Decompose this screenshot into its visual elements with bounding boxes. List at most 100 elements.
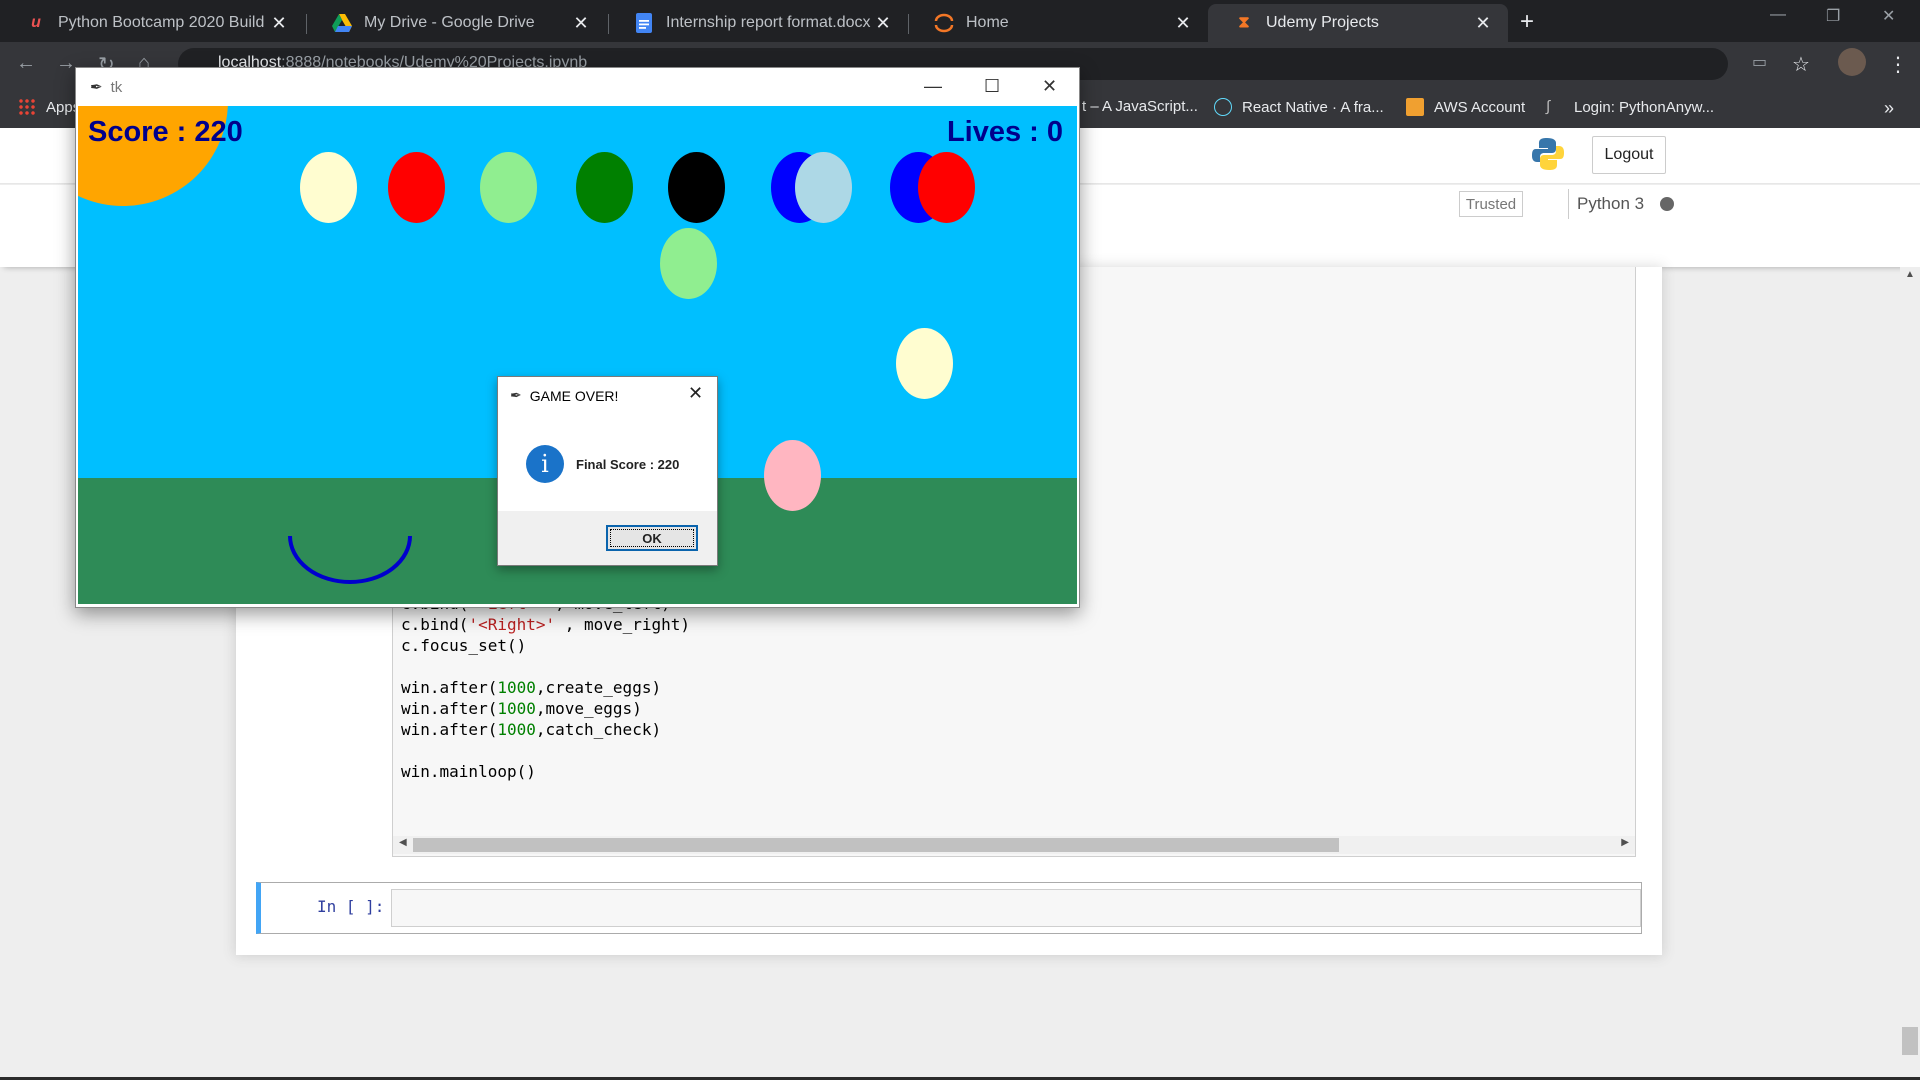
cell-prompt: In [ ]:	[317, 897, 385, 916]
code-token: ,move_eggs)	[535, 699, 642, 718]
bookmark-javascript[interactable]: t – A JavaScript...	[1082, 98, 1198, 115]
drive-icon	[332, 13, 352, 33]
catcher-basket	[288, 535, 412, 584]
info-icon: i	[526, 445, 564, 483]
game-over-dialog: ✒ GAME OVER! ✕ i Final Score : 220 OK	[497, 376, 718, 566]
trusted-indicator[interactable]: Trusted	[1459, 191, 1523, 217]
code-token: 1000	[497, 720, 536, 739]
egg	[896, 328, 953, 399]
code-token: , move_right)	[555, 615, 690, 634]
close-tab-icon[interactable]: ✕	[268, 13, 290, 34]
back-icon[interactable]: ←	[16, 52, 36, 75]
code-editor[interactable]: c.bind('<Left>' , move_left)c.bind('<Rig…	[401, 593, 690, 782]
scroll-up-icon[interactable]: ▲	[1905, 269, 1915, 280]
code-line: win.after(1000,catch_check)	[401, 719, 690, 740]
cast-icon[interactable]: ▭	[1752, 52, 1767, 72]
tab-udemy-projects[interactable]: ⧗ Udemy Projects ✕	[1208, 4, 1508, 42]
minimize-icon[interactable]: —	[1770, 6, 1786, 24]
code-token: ,create_eggs)	[535, 678, 662, 697]
close-tab-icon[interactable]: ✕	[570, 13, 592, 34]
logout-button[interactable]: Logout	[1592, 136, 1666, 174]
scroll-left-icon[interactable]: ◀	[399, 837, 407, 848]
bookmark-pythonanywhere[interactable]: ∫ Login: PythonAnyw...	[1546, 98, 1714, 116]
code-line: win.mainloop()	[401, 761, 690, 782]
egg	[660, 228, 717, 299]
tk-window[interactable]: ✒ tk — ☐ ✕ Score : 220 Lives : 0 ✒ GAME …	[75, 67, 1080, 608]
browser-tab-strip: u Python Bootcamp 2020 Build 15 ✕ My Dri…	[0, 0, 1920, 42]
more-bookmarks-icon[interactable]: »	[1884, 98, 1894, 119]
egg	[918, 152, 975, 223]
cell-input[interactable]	[391, 889, 1641, 927]
tk-close-icon[interactable]: ✕	[1042, 76, 1057, 97]
restore-icon[interactable]: ❐	[1826, 6, 1840, 26]
tk-title-bar[interactable]: ✒ tk — ☐ ✕	[76, 68, 1079, 106]
game-canvas[interactable]: Score : 220 Lives : 0 ✒ GAME OVER! ✕ i F…	[78, 106, 1077, 604]
code-token: win.after(	[401, 699, 498, 718]
bookmark-react-native[interactable]: React Native · A fra...	[1214, 98, 1384, 116]
apps-grid-icon	[18, 98, 36, 116]
feather-icon: ✒	[90, 79, 103, 96]
egg	[764, 440, 821, 511]
score-label: Score : 220	[88, 116, 243, 148]
code-token: c.bind(	[401, 615, 469, 634]
kernel-indicator: Python 3	[1568, 189, 1675, 219]
docs-icon	[634, 13, 654, 33]
dialog-title: ✒ GAME OVER!	[510, 387, 619, 404]
python-logo-icon	[1532, 138, 1564, 170]
jupyter-icon	[934, 13, 954, 33]
bookmark-apps[interactable]: Apps	[18, 98, 80, 116]
tab-python-bootcamp[interactable]: u Python Bootcamp 2020 Build 15 ✕	[0, 4, 304, 42]
lives-label: Lives : 0	[946, 116, 1063, 148]
code-token: 1000	[497, 678, 536, 697]
page-scrollbar-thumb[interactable]	[1902, 1027, 1918, 1055]
code-token: c.focus_set()	[401, 636, 527, 655]
egg	[668, 152, 725, 223]
react-icon	[1214, 98, 1232, 116]
profile-avatar[interactable]	[1838, 48, 1866, 76]
final-score-message: Final Score : 220	[576, 457, 680, 472]
code-line: c.focus_set()	[401, 635, 690, 656]
egg	[795, 152, 852, 223]
page-vertical-scrollbar[interactable]: ▲	[1900, 267, 1920, 1080]
new-tab-icon[interactable]: +	[1520, 8, 1534, 36]
code-line: win.after(1000,create_eggs)	[401, 677, 690, 698]
menu-icon[interactable]: ⋮	[1888, 52, 1908, 77]
close-tab-icon[interactable]: ✕	[1472, 13, 1494, 34]
aws-box-icon	[1406, 98, 1424, 116]
close-tab-icon[interactable]: ✕	[1172, 13, 1194, 34]
tk-maximize-icon[interactable]: ☐	[984, 76, 1000, 97]
tab-home[interactable]: Home ✕	[908, 4, 1208, 42]
egg	[388, 152, 445, 223]
bookmark-aws[interactable]: AWS Account	[1406, 98, 1525, 116]
tk-minimize-icon[interactable]: —	[924, 76, 942, 97]
forward-icon[interactable]: →	[56, 52, 76, 75]
close-window-icon[interactable]: ✕	[1882, 6, 1895, 26]
horizontal-scrollbar[interactable]: ◀ ▶	[393, 836, 1635, 854]
code-token: win.after(	[401, 720, 498, 739]
empty-code-cell[interactable]: In [ ]:	[256, 882, 1642, 934]
egg	[300, 152, 357, 223]
tab-google-drive[interactable]: My Drive - Google Drive ✕	[306, 4, 606, 42]
scrollbar-thumb[interactable]	[413, 838, 1339, 852]
tab-internship-report[interactable]: Internship report format.docx - G ✕	[608, 4, 908, 42]
code-line: c.bind('<Right>' , move_right)	[401, 614, 690, 635]
scroll-right-icon[interactable]: ▶	[1621, 837, 1629, 848]
code-token: win.mainloop()	[401, 762, 536, 781]
dialog-footer: OK	[498, 511, 717, 565]
code-token: 1000	[497, 699, 536, 718]
code-token: '<Right>'	[468, 615, 556, 634]
udemy-icon: u	[31, 14, 41, 31]
code-token: win.after(	[401, 678, 498, 697]
hourglass-icon: ⧗	[1238, 14, 1250, 31]
feather-icon: ✒	[510, 387, 522, 403]
code-token: ,catch_check)	[535, 720, 662, 739]
egg	[576, 152, 633, 223]
star-icon[interactable]: ☆	[1792, 52, 1810, 77]
code-line: win.after(1000,move_eggs)	[401, 698, 690, 719]
ok-button[interactable]: OK	[606, 525, 698, 551]
kernel-status-dot	[1660, 197, 1675, 211]
dialog-close-icon[interactable]: ✕	[688, 383, 703, 404]
close-tab-icon[interactable]: ✕	[872, 13, 894, 34]
